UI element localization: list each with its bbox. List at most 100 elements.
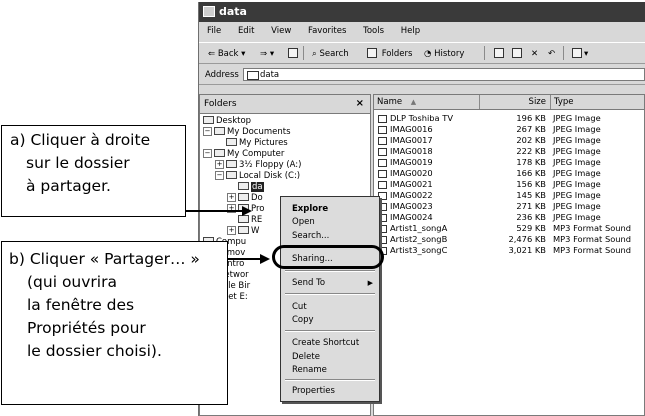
column-type[interactable]: Type (551, 95, 645, 109)
file-row[interactable]: IMAG0018 222 KB JPEG Image (374, 146, 644, 157)
file-name: IMAG0020 (390, 168, 433, 178)
file-size: 529 KB (516, 223, 546, 233)
folder-icon (226, 138, 237, 146)
tree-item-windows[interactable]: + W (227, 226, 259, 237)
column-size[interactable]: Size (480, 95, 551, 109)
menu-separator (285, 293, 375, 295)
file-name: IMAG0016 (390, 124, 433, 134)
menu-item-copy[interactable]: Copy (292, 314, 314, 326)
up-folder-icon (288, 48, 298, 58)
file-row[interactable]: IMAG0020 166 KB JPEG Image (374, 168, 644, 179)
collapse-icon[interactable]: − (203, 149, 212, 158)
file-row[interactable]: Artist2_songB 2,476 KB MP3 Format Sound (374, 234, 644, 245)
expand-icon[interactable]: + (215, 160, 224, 169)
menu-item-cut[interactable]: Cut (292, 301, 307, 313)
tree-item-recycler[interactable]: RE (238, 215, 262, 226)
tree-label: My Pictures (239, 138, 288, 148)
file-size: 196 KB (516, 113, 546, 123)
folder-icon (203, 6, 215, 17)
delete-button[interactable]: ✕ (528, 46, 541, 62)
callout-a-line: a) Cliquer à droite (10, 131, 151, 149)
file-name: IMAG0018 (390, 146, 433, 156)
title-bar: data (199, 2, 645, 22)
tree-label: RE (251, 215, 263, 225)
forward-button[interactable]: ⇒ ▾ (257, 46, 277, 62)
copy-to-button[interactable] (509, 46, 527, 62)
tree-item-desktop[interactable]: Desktop (203, 116, 251, 127)
folders-pane-title: Folders (204, 99, 237, 109)
file-row[interactable]: DLP Toshiba TV 196 KB JPEG Image (374, 113, 644, 124)
file-size: 202 KB (516, 135, 546, 145)
callout-a-arrow (186, 210, 244, 212)
expand-icon[interactable]: + (227, 226, 236, 235)
menu-item-rename[interactable]: Rename (292, 364, 327, 376)
menu-edit[interactable]: Edit (238, 26, 254, 36)
folders-button[interactable]: Folders (364, 46, 415, 62)
callout-b-line: Propriétés pour (27, 319, 146, 337)
tree-label: Local Disk (C:) (239, 171, 301, 181)
hard-drive-icon (226, 171, 237, 179)
tree-label: Pro (251, 204, 265, 214)
file-row[interactable]: Artist1_songA 529 KB MP3 Format Sound (374, 223, 644, 234)
menu-item-properties[interactable]: Properties (292, 385, 335, 397)
back-label: Back (217, 49, 239, 59)
folder-icon (238, 215, 249, 223)
address-field[interactable]: data (243, 68, 645, 81)
menu-item-create-shortcut[interactable]: Create Shortcut (292, 337, 359, 349)
menu-favorites[interactable]: Favorites (308, 26, 346, 36)
file-size: 236 KB (516, 212, 546, 222)
tree-item-floppy[interactable]: +3½ Floppy (A:) (215, 160, 301, 171)
up-folder-button[interactable] (285, 46, 303, 62)
file-row[interactable]: IMAG0022 145 KB JPEG Image (374, 190, 644, 201)
menu-item-explore[interactable]: Explore (292, 203, 328, 215)
file-row[interactable]: IMAG0023 271 KB JPEG Image (374, 201, 644, 212)
file-name: IMAG0022 (390, 190, 433, 200)
menu-item-delete[interactable]: Delete (292, 351, 320, 363)
file-size: 166 KB (516, 168, 546, 178)
views-button[interactable]: ▾ (569, 46, 591, 62)
undo-button[interactable]: ↶ (545, 46, 558, 62)
history-button[interactable]: ◔ History (421, 46, 467, 62)
file-row[interactable]: IMAG0017 202 KB JPEG Image (374, 135, 644, 146)
file-row[interactable]: IMAG0019 178 KB JPEG Image (374, 157, 644, 168)
collapse-icon[interactable]: − (215, 171, 224, 180)
jpeg-file-icon (378, 181, 387, 189)
toolbar-separator (484, 46, 485, 60)
file-type: MP3 Format Sound (553, 234, 632, 244)
menu-view[interactable]: View (271, 26, 291, 36)
menu-item-open[interactable]: Open (292, 216, 315, 228)
tree-item-my-documents[interactable]: − My Documents (203, 127, 291, 138)
menu-file[interactable]: File (207, 26, 221, 36)
column-name[interactable]: Name ▲ (374, 95, 480, 109)
tree-item-my-computer[interactable]: − My Computer (203, 149, 284, 160)
tree-item-documents[interactable]: + Do (227, 193, 263, 204)
jpeg-file-icon (378, 137, 387, 145)
tree-item-local-disk[interactable]: − Local Disk (C:) (215, 171, 300, 182)
close-icon[interactable]: × (356, 95, 364, 113)
file-row[interactable]: IMAG0021 156 KB JPEG Image (374, 179, 644, 190)
back-button[interactable]: ⇐ Back ▾ (205, 46, 248, 62)
tree-item-my-pictures[interactable]: My Pictures (226, 138, 288, 149)
file-type: JPEG Image (553, 212, 601, 222)
folders-pane-header: Folders × (200, 95, 370, 114)
tree-label: My Documents (227, 127, 291, 137)
menu-item-send-to[interactable]: Send To (292, 277, 325, 289)
menu-tools[interactable]: Tools (363, 26, 384, 36)
menu-item-search[interactable]: Search... (292, 230, 329, 242)
file-row[interactable]: IMAG0024 236 KB JPEG Image (374, 212, 644, 223)
callout-b-line: la fenêtre des (27, 296, 135, 314)
folder-icon (214, 127, 225, 135)
move-to-button[interactable] (491, 46, 509, 62)
tree-item-data-selected[interactable]: da (238, 182, 264, 193)
file-row[interactable]: IMAG0016 267 KB JPEG Image (374, 124, 644, 135)
file-row[interactable]: Artist3_songC 3,021 KB MP3 Format Sound (374, 245, 644, 256)
tree-label: Do (251, 193, 263, 203)
menu-separator (285, 270, 375, 272)
file-name: IMAG0023 (390, 201, 433, 211)
collapse-icon[interactable]: − (203, 127, 212, 136)
file-type: JPEG Image (553, 179, 601, 189)
search-button[interactable]: ⌕ Search (309, 46, 352, 62)
expand-icon[interactable]: + (227, 193, 236, 202)
menu-help[interactable]: Help (401, 26, 420, 36)
folder-icon (238, 226, 249, 234)
